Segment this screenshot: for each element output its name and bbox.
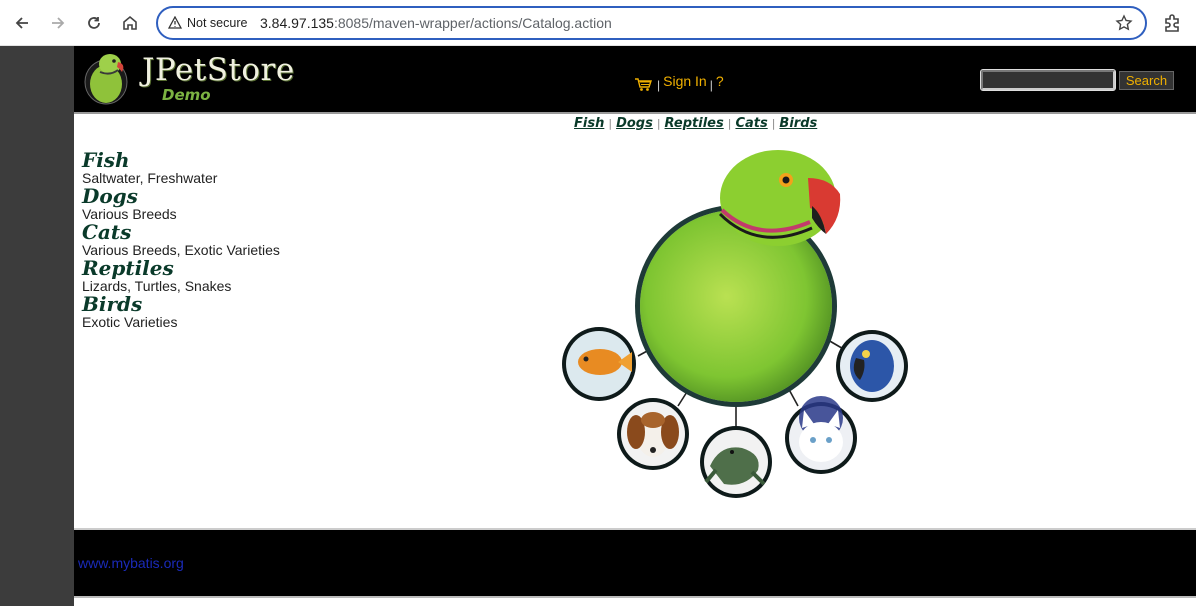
- quick-link-separator: |: [771, 117, 776, 130]
- help-link[interactable]: ?: [716, 73, 724, 89]
- logo-title: JPetStore: [142, 52, 295, 88]
- reload-button[interactable]: [80, 9, 108, 37]
- category-link-fish[interactable]: Fish: [82, 150, 280, 170]
- url-host: 3.84.97.135: [260, 15, 334, 31]
- category-link-cats[interactable]: Cats: [82, 222, 280, 242]
- quick-link-separator: |: [727, 117, 732, 130]
- address-bar[interactable]: Not secure 3.84.97.135:8085/maven-wrappe…: [156, 6, 1147, 40]
- extensions-icon[interactable]: [1161, 11, 1185, 35]
- dog-image[interactable]: [617, 398, 689, 470]
- sign-in-link[interactable]: Sign In: [663, 73, 707, 89]
- reload-icon: [88, 17, 100, 29]
- quick-link-separator: |: [608, 117, 613, 130]
- header: JPetStore Demo | Sign In | ? Search: [74, 46, 1196, 114]
- category-link-birds[interactable]: Birds: [82, 294, 280, 314]
- mybatis-link[interactable]: www.mybatis.org: [78, 555, 184, 571]
- category-sidebar: Fish Saltwater, Freshwater Dogs Various …: [82, 150, 280, 330]
- home-button[interactable]: [116, 9, 144, 37]
- star-icon[interactable]: [1115, 14, 1133, 32]
- bottom-divider: [74, 596, 1196, 598]
- category-reptiles: Reptiles Lizards, Turtles, Snakes: [82, 258, 280, 294]
- quick-links: Fish | Dogs | Reptiles | Cats | Birds: [574, 116, 817, 131]
- header-menu: | Sign In | ?: [634, 70, 724, 92]
- menu-separator: |: [657, 78, 661, 92]
- category-cats: Cats Various Breeds, Exotic Varieties: [82, 222, 280, 258]
- reptile-image[interactable]: [700, 426, 772, 498]
- security-label: Not secure: [187, 16, 248, 30]
- left-gutter: [0, 46, 74, 606]
- home-icon: [123, 15, 137, 30]
- quick-link-birds[interactable]: Birds: [779, 116, 817, 131]
- url-text[interactable]: 3.84.97.135:8085/maven-wrapper/actions/C…: [260, 15, 612, 31]
- quick-link-separator: |: [656, 117, 661, 130]
- warning-icon: [168, 16, 182, 29]
- parrot-logo-icon: [84, 54, 128, 105]
- category-birds: Birds Exotic Varieties: [82, 294, 280, 330]
- category-link-dogs[interactable]: Dogs: [82, 186, 280, 206]
- search-button[interactable]: Search: [1119, 71, 1174, 90]
- back-arrow-icon: [15, 17, 28, 29]
- parrot-image[interactable]: [718, 150, 841, 246]
- cat-image[interactable]: [785, 396, 857, 474]
- forward-arrow-icon: [52, 17, 65, 29]
- logo[interactable]: JPetStore Demo: [82, 50, 302, 110]
- quick-link-reptiles[interactable]: Reptiles: [665, 116, 724, 131]
- security-indicator[interactable]: Not secure: [168, 14, 247, 32]
- quick-link-dogs[interactable]: Dogs: [616, 116, 653, 131]
- forward-button[interactable]: [44, 9, 72, 37]
- cart-icon[interactable]: [634, 76, 652, 92]
- logo-subtitle: Demo: [162, 86, 211, 104]
- url-path: :8085/maven-wrapper/actions/Catalog.acti…: [333, 15, 612, 31]
- bird-image[interactable]: [836, 330, 908, 402]
- page: JPetStore Demo | Sign In | ? Search Fish…: [74, 46, 1196, 606]
- quick-link-fish[interactable]: Fish: [574, 116, 604, 131]
- fish-image[interactable]: [562, 327, 636, 401]
- category-link-reptiles[interactable]: Reptiles: [82, 258, 280, 278]
- quick-link-cats[interactable]: Cats: [735, 116, 767, 131]
- category-fish: Fish Saltwater, Freshwater: [82, 150, 280, 186]
- category-dogs: Dogs Various Breeds: [82, 186, 280, 222]
- pet-image-map: [562, 150, 908, 498]
- category-description: Exotic Varieties: [82, 314, 178, 330]
- search-input[interactable]: [980, 69, 1116, 91]
- back-button[interactable]: [8, 9, 36, 37]
- footer: www.mybatis.org: [74, 530, 1196, 596]
- menu-separator: |: [709, 78, 713, 92]
- browser-toolbar: Not secure 3.84.97.135:8085/maven-wrappe…: [0, 0, 1196, 46]
